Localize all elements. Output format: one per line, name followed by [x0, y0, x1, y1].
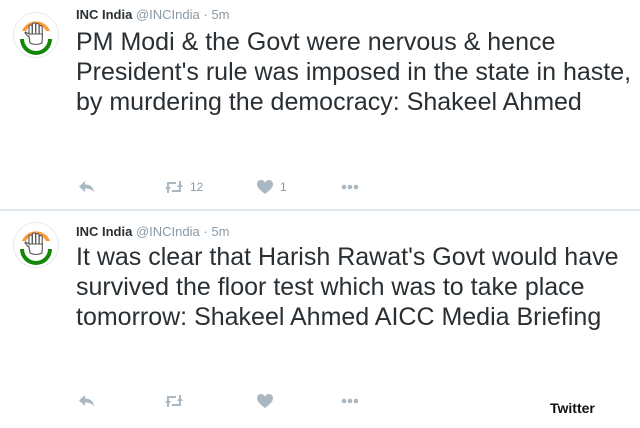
inc-hand-logo-icon[interactable] — [14, 13, 58, 57]
retweet-button[interactable] — [164, 391, 190, 411]
reply-button[interactable] — [78, 391, 96, 411]
author-handle[interactable]: @INCIndia — [136, 224, 200, 239]
more-dots-icon — [341, 398, 359, 404]
tweet-actions — [76, 391, 376, 411]
reply-icon — [79, 395, 94, 407]
retweet-count: 12 — [190, 180, 204, 194]
tweet-text: It was clear that Harish Rawat's Govt wo… — [76, 243, 619, 331]
author-name[interactable]: INC India — [76, 224, 132, 239]
twitter-brand-label: Twitter — [550, 400, 595, 416]
separator-dot: · — [203, 7, 208, 22]
retweet-icon — [165, 395, 183, 407]
author-name[interactable]: INC India — [76, 7, 132, 22]
heart-icon — [257, 394, 273, 408]
more-options-button[interactable] — [341, 391, 359, 411]
inc-hand-logo-icon[interactable] — [14, 223, 58, 267]
tweet-timestamp[interactable]: 5m — [211, 224, 229, 239]
separator-dot: · — [203, 224, 208, 239]
tweet-header: INC India @INCIndia · 5m — [76, 7, 229, 22]
reply-button[interactable] — [78, 177, 96, 197]
retweet-button[interactable]: 12 — [164, 177, 203, 197]
retweet-icon — [165, 181, 183, 193]
tweet-1[interactable]: INC India @INCIndia · 5m PM Modi & the G… — [0, 0, 640, 210]
like-button[interactable]: 1 — [256, 177, 287, 197]
like-button[interactable] — [256, 391, 280, 411]
tweet-header: INC India @INCIndia · 5m — [76, 224, 229, 239]
more-dots-icon — [341, 184, 359, 190]
like-count: 1 — [280, 180, 287, 194]
tweet-text: PM Modi & the Govt were nervous & hence … — [76, 28, 632, 116]
more-options-button[interactable] — [341, 177, 359, 197]
author-handle[interactable]: @INCIndia — [136, 7, 200, 22]
tweet-actions: 12 1 — [76, 177, 376, 197]
reply-icon — [79, 181, 94, 193]
tweet-timestamp[interactable]: 5m — [211, 7, 229, 22]
heart-icon — [257, 180, 273, 194]
tweet-2[interactable]: INC India @INCIndia · 5m It was clear th… — [0, 211, 640, 428]
